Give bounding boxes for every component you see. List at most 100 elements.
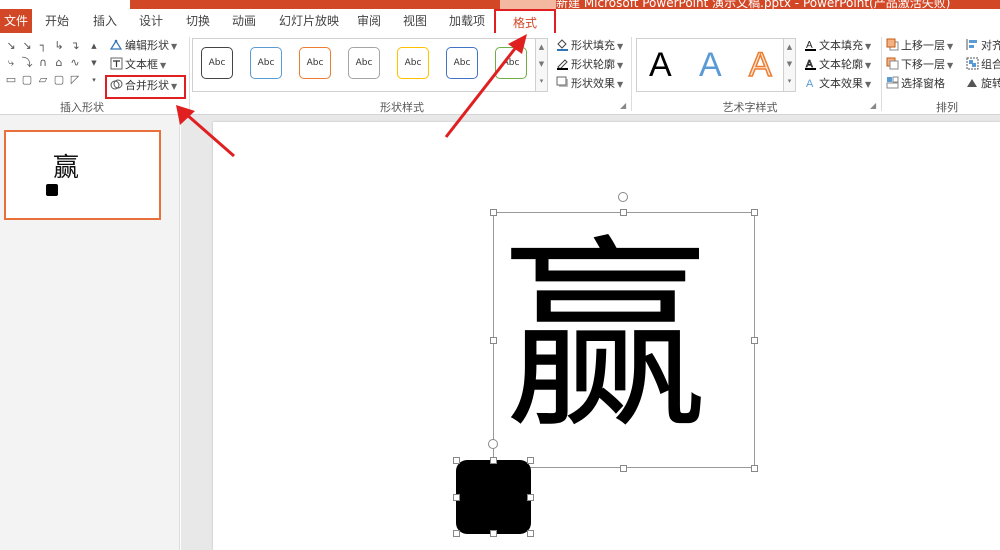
shape-style-preset[interactable]: Abc	[348, 47, 380, 79]
gallery-down-icon[interactable]: ▼	[88, 56, 100, 70]
selection-pane-icon	[886, 76, 899, 89]
curved-connector-shape-icon[interactable]: ⤷	[4, 56, 18, 70]
resize-handle[interactable]	[751, 465, 758, 472]
rectangle-shape-icon[interactable]: ▭	[4, 73, 18, 87]
resize-handle[interactable]	[453, 457, 460, 464]
freeform-shape-icon[interactable]: ⌂	[52, 56, 66, 70]
resize-handle[interactable]	[751, 337, 758, 344]
selection-pane-button[interactable]: 选择窗格	[886, 75, 945, 93]
shape-style-preset[interactable]: Abc	[397, 47, 429, 79]
resize-handle[interactable]	[620, 209, 627, 216]
gallery-scroll[interactable]: ▲ ▼ ▾	[535, 39, 547, 91]
bring-forward-button[interactable]: 上移一层 ▼	[886, 37, 953, 55]
text-box-button[interactable]: 文本框 ▼	[110, 56, 166, 74]
send-backward-button[interactable]: 下移一层 ▼	[886, 56, 953, 74]
elbow-connector-shape-icon[interactable]: ┐	[36, 39, 50, 53]
tab-transitions[interactable]: 切换	[186, 9, 210, 33]
rotate-label: 旋转	[981, 77, 1000, 90]
shape-style-preset[interactable]: Abc	[201, 47, 233, 79]
wordart-styles-gallery[interactable]: A A A ▲ ▼ ▾	[636, 38, 796, 92]
gallery-more-icon[interactable]: ▾	[536, 73, 547, 90]
snip-rectangle-shape-icon[interactable]: ▱	[36, 73, 50, 87]
wordart-styles-group-label: 艺术字样式	[722, 101, 778, 114]
wordart-style-blue[interactable]: A	[699, 45, 722, 85]
scribble-shape-icon[interactable]: ∿	[68, 56, 82, 70]
tab-home[interactable]: 开始	[45, 9, 69, 33]
line-double-arrow-shape-icon[interactable]: ↘	[20, 39, 34, 53]
resize-handle[interactable]	[453, 530, 460, 537]
tab-insert[interactable]: 插入	[93, 9, 117, 33]
tab-animations[interactable]: 动画	[232, 9, 256, 33]
tab-view[interactable]: 视图	[403, 9, 427, 33]
shape-style-preset[interactable]: Abc	[495, 47, 527, 79]
resize-handle[interactable]	[751, 209, 758, 216]
gallery-up-icon[interactable]: ▲	[88, 39, 100, 53]
resize-handle[interactable]	[527, 494, 534, 501]
chevron-up-icon[interactable]: ▲	[784, 39, 795, 56]
shape-style-preset[interactable]: Abc	[446, 47, 478, 79]
bring-forward-label: 上移一层	[901, 39, 945, 52]
resize-handle[interactable]	[620, 465, 627, 472]
resize-handle[interactable]	[490, 457, 497, 464]
group-divider	[631, 37, 632, 111]
shape-effects-button[interactable]: 形状效果 ▼	[556, 75, 623, 93]
resize-handle[interactable]	[453, 494, 460, 501]
text-fill-button[interactable]: A 文本填充 ▼	[804, 37, 871, 55]
chevron-down-icon[interactable]: ▼	[784, 56, 795, 73]
text-effects-button[interactable]: A 文本效果 ▼	[804, 75, 871, 93]
curve-shape-icon[interactable]: ∩	[36, 56, 50, 70]
selection-box[interactable]	[493, 212, 755, 468]
group-label: 组合	[981, 58, 1000, 71]
folded-corner-shape-icon[interactable]: ◸	[68, 73, 82, 87]
chevron-down-icon[interactable]: ▼	[536, 56, 547, 73]
edit-shape-label: 编辑形状	[125, 39, 169, 52]
gallery-more-icon[interactable]: ▾	[88, 73, 100, 87]
elbow-double-arrow-shape-icon[interactable]: ↴	[68, 39, 82, 53]
dialog-launcher-icon[interactable]: ◢	[620, 101, 626, 110]
quick-access-toolbar[interactable]	[0, 0, 130, 9]
rounded-square-shape[interactable]	[456, 460, 531, 534]
insert-shapes-group-label: 插入形状	[60, 101, 104, 114]
shape-styles-gallery[interactable]: Abc Abc Abc Abc Abc Abc Abc ▲ ▼ ▾	[192, 38, 548, 92]
shape-style-preset[interactable]: Abc	[299, 47, 331, 79]
dialog-launcher-icon[interactable]: ◢	[870, 101, 876, 110]
text-outline-button[interactable]: A 文本轮廓 ▼	[804, 56, 871, 74]
round-snip-rectangle-shape-icon[interactable]: ▢	[52, 73, 66, 87]
ribbon-tabs: 文件 开始 插入 设计 切换 动画 幻灯片放映 审阅 视图 加载项 格式	[0, 9, 1000, 34]
shape-style-preset[interactable]: Abc	[250, 47, 282, 79]
rotate-button[interactable]: 旋转	[966, 75, 1000, 93]
edit-shape-button[interactable]: 编辑形状 ▼	[109, 37, 177, 55]
tab-format[interactable]: 格式	[494, 9, 556, 34]
curved-arrow-shape-icon[interactable]: ⤵	[20, 56, 34, 70]
tab-file[interactable]: 文件	[0, 9, 32, 33]
resize-handle[interactable]	[490, 337, 497, 344]
wordart-style-orange-outline[interactable]: A	[748, 45, 772, 85]
elbow-arrow-shape-icon[interactable]: ↳	[52, 39, 66, 53]
gallery-more-icon[interactable]: ▾	[784, 73, 795, 90]
shape-outline-button[interactable]: 形状轮廓 ▼	[556, 56, 623, 74]
resize-handle[interactable]	[490, 209, 497, 216]
gallery-scroll[interactable]: ▲ ▼ ▾	[783, 39, 795, 91]
tab-addins[interactable]: 加载项	[449, 9, 485, 33]
chevron-down-icon: ▼	[617, 61, 624, 70]
shape-outline-label: 形状轮廓	[571, 58, 615, 71]
tab-slideshow[interactable]: 幻灯片放映	[279, 9, 339, 33]
wordart-style-black[interactable]: A	[649, 45, 672, 85]
tab-design[interactable]: 设计	[139, 9, 163, 33]
resize-handle[interactable]	[527, 457, 534, 464]
resize-handle[interactable]	[490, 530, 497, 537]
rounded-rectangle-shape-icon[interactable]: ▢	[20, 73, 34, 87]
line-arrow-shape-icon[interactable]: ↘	[4, 39, 18, 53]
align-button[interactable]: 对齐	[966, 37, 1000, 55]
group-button[interactable]: 组合	[966, 56, 1000, 74]
shapes-gallery[interactable]: ↘ ↘ ┐ ↳ ↴ ⤷ ⤵ ∩ ⌂ ∿ ▭ ▢ ▱ ▢ ◸ ▲ ▼ ▾	[0, 39, 102, 89]
rotate-handle[interactable]	[618, 192, 628, 202]
slide-thumbnail[interactable]: 赢	[4, 130, 161, 220]
rotate-handle[interactable]	[488, 439, 498, 449]
resize-handle[interactable]	[527, 530, 534, 537]
chevron-up-icon[interactable]: ▲	[536, 39, 547, 56]
align-label: 对齐	[981, 39, 1000, 52]
text-box-label: 文本框	[125, 58, 158, 71]
shape-fill-button[interactable]: 形状填充 ▼	[556, 37, 623, 55]
tab-review[interactable]: 审阅	[357, 9, 381, 33]
